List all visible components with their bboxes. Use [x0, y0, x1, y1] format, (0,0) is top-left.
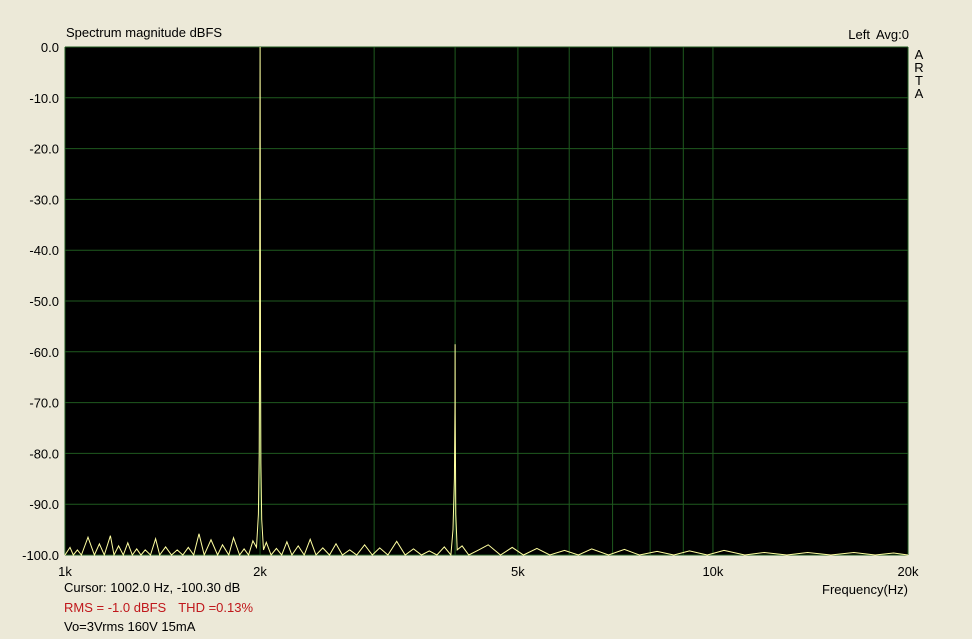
y-tick-label: -80.0	[29, 446, 59, 461]
y-tick-label: -30.0	[29, 192, 59, 207]
y-tick-label: -90.0	[29, 497, 59, 512]
rms-value: RMS = -1.0 dBFS	[64, 600, 167, 615]
x-tick-label: 2k	[253, 564, 267, 579]
rms-thd-readout: RMS = -1.0 dBFS THD =0.13%	[64, 601, 253, 615]
measurement-note: Vo=3Vrms 160V 15mA	[64, 619, 196, 634]
y-tick-label: -60.0	[29, 345, 59, 360]
cursor-readout: Cursor: 1002.0 Hz, -100.30 dB	[64, 580, 241, 595]
y-tick-label: -10.0	[29, 91, 59, 106]
y-tick-label: -50.0	[29, 294, 59, 309]
y-tick-label: -40.0	[29, 243, 59, 258]
y-tick-label: 0.0	[41, 40, 59, 55]
thd-value: THD =0.13%	[178, 600, 254, 615]
x-tick-label: 5k	[511, 564, 525, 579]
y-tick-label: -20.0	[29, 142, 59, 157]
x-axis-label: Frequency(Hz)	[822, 582, 908, 597]
y-axis: 0.0 -10.0 -20.0 -30.0 -40.0 -50.0 -60.0 -70.0 -8…	[22, 40, 59, 563]
x-tick-label: 10k	[702, 564, 723, 579]
spectrum-chart[interactable]: 0.0 -10.0 -20.0 -30.0 -40.0 -50.0 -60.0 -70.0 -8…	[0, 0, 972, 639]
x-tick-label: 1k	[58, 564, 72, 579]
y-tick-label: -100.0	[22, 548, 59, 563]
y-tick-label: -70.0	[29, 396, 59, 411]
x-axis: 1k 2k 5k 10k 20k	[58, 564, 919, 579]
x-tick-label: 20k	[898, 564, 919, 579]
